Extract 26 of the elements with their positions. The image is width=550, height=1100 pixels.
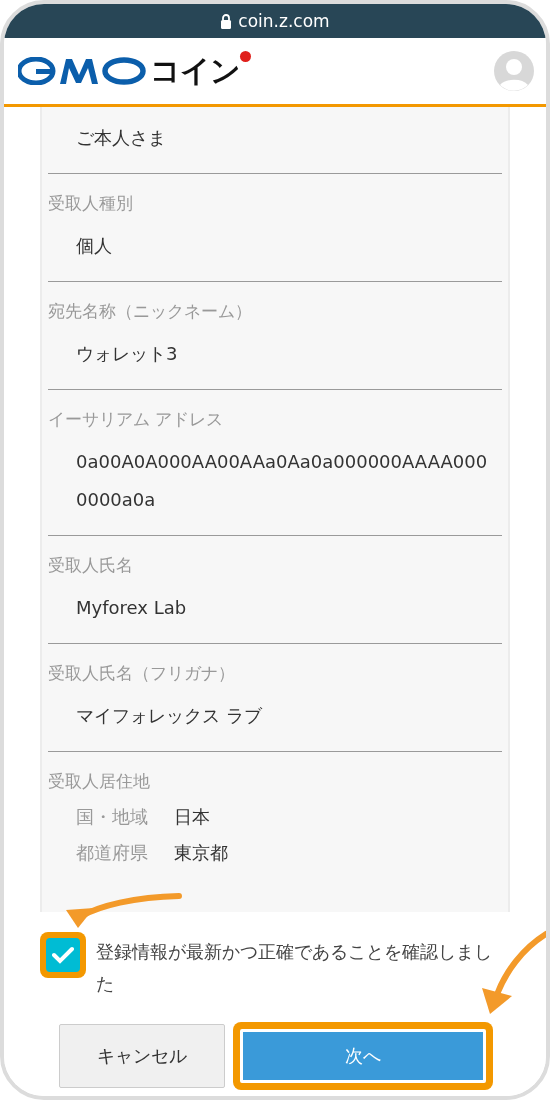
field-value: マイフォレックス ラブ: [76, 704, 263, 728]
field-key: 都道府県: [76, 841, 148, 865]
url-text[interactable]: coin.z.com: [238, 11, 330, 31]
confirm-label: 登録情報が最新かつ正確であることを確認しました: [96, 940, 493, 996]
field-value: ご本人さま: [76, 126, 167, 150]
logo-text: コイン: [150, 51, 240, 90]
field-label: イーサリアム アドレス: [48, 408, 225, 431]
field-label: 受取人氏名: [48, 554, 134, 577]
field-label: 受取人居住地: [48, 770, 151, 793]
check-icon: [52, 946, 74, 964]
field-value: 日本: [174, 805, 211, 829]
gmo-logo-icon: [18, 57, 146, 85]
field-value: Myforex Lab: [76, 596, 188, 620]
field-value: 東京都: [174, 841, 228, 865]
field-label: 受取人種別: [48, 192, 134, 215]
cancel-button[interactable]: キャンセル: [59, 1024, 225, 1088]
avatar-icon[interactable]: [494, 51, 534, 91]
field-value: 個人: [76, 234, 113, 258]
field-label: 受取人氏名（フリガナ）: [48, 662, 236, 685]
logo-dot-icon: [240, 50, 251, 62]
lock-icon: [220, 13, 233, 29]
field-key: 国・地域: [76, 805, 148, 829]
field-value: 0a00A0A000AA00AAa0Aa0a000000AAAA0000000a0a: [76, 450, 489, 512]
checkbox[interactable]: [46, 938, 80, 972]
field-value: ウォレット3: [76, 342, 179, 366]
field-label: 宛先名称（ニックネーム）: [48, 300, 253, 323]
